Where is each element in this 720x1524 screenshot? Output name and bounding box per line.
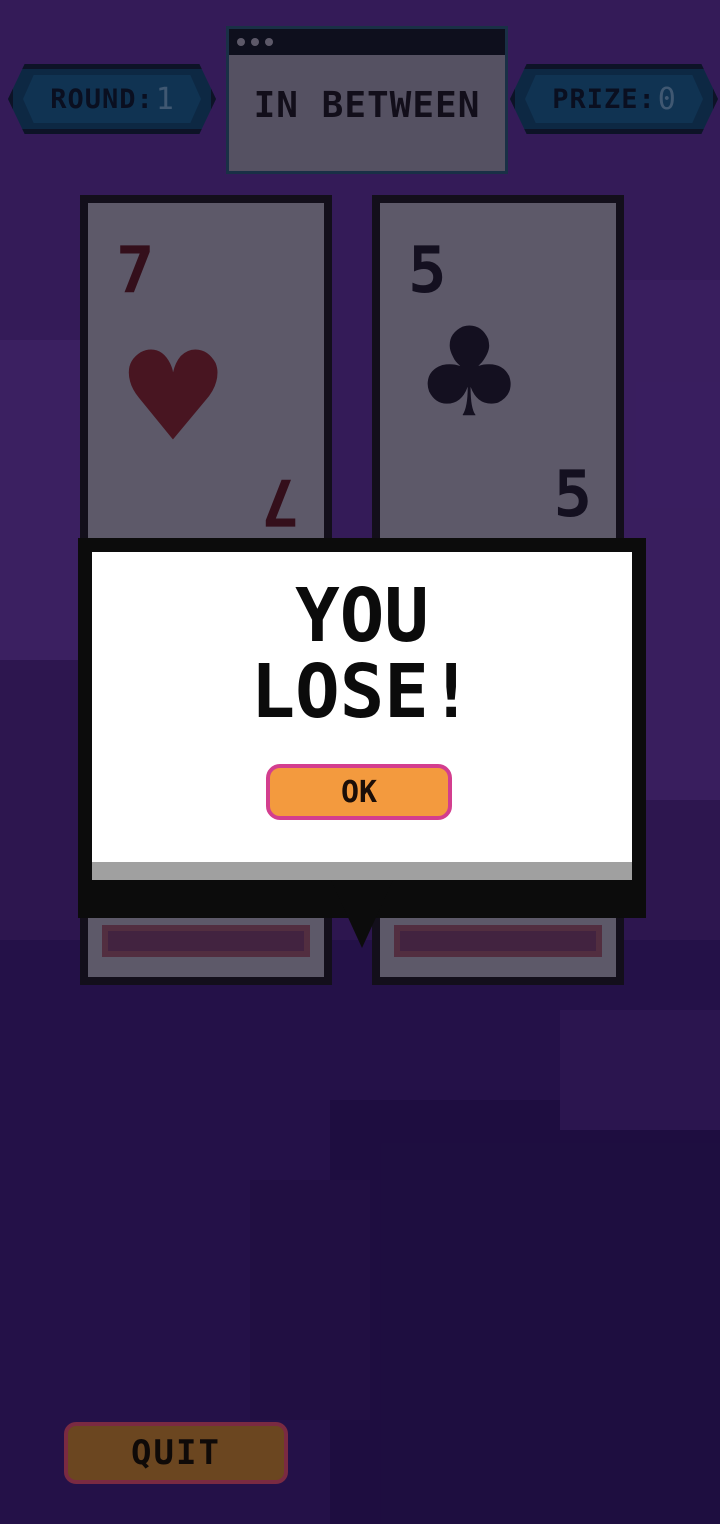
game-title: IN BETWEEN: [253, 85, 481, 126]
round-label: ROUND:: [50, 83, 154, 115]
card-base: [394, 925, 602, 957]
card-rank: 7: [116, 234, 155, 308]
card-rank-bottom: 5: [553, 458, 592, 532]
prize-label: PRIZE:: [552, 83, 656, 115]
round-indicator: ROUND: 1: [8, 64, 216, 134]
title-window: IN BETWEEN: [226, 26, 508, 174]
quit-button[interactable]: QUIT: [64, 1422, 288, 1484]
dialog-message: YOU LOSE!: [78, 578, 646, 730]
dialog-message-line1: YOU: [295, 573, 429, 659]
round-value: 1: [155, 81, 174, 117]
window-dot-icon: [237, 38, 245, 46]
club-icon: ♣: [424, 287, 515, 461]
window-dot-icon: [251, 38, 259, 46]
dialog-message-line2: LOSE!: [250, 649, 474, 735]
card-rank-inverted: 7: [261, 464, 300, 538]
lose-dialog: YOU LOSE! OK: [78, 538, 646, 948]
card-base: [102, 925, 310, 957]
window-dot-icon: [265, 38, 273, 46]
prize-indicator: PRIZE: 0: [510, 64, 718, 134]
heart-icon: ♥: [128, 311, 219, 485]
ok-button[interactable]: OK: [266, 764, 452, 820]
title-window-bar: [229, 29, 505, 55]
prize-value: 0: [657, 81, 676, 117]
